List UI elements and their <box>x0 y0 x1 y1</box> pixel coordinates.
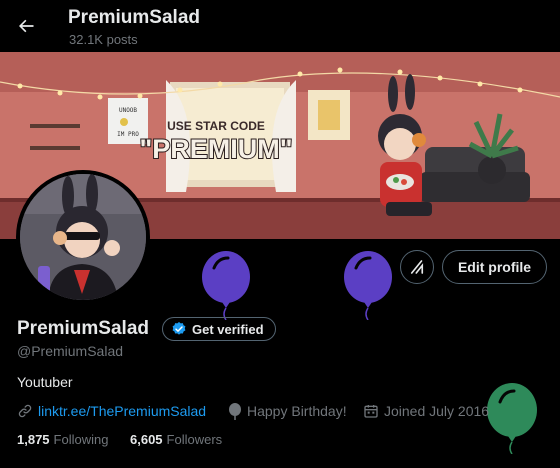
calendar-icon <box>364 405 378 418</box>
header-title: PremiumSalad <box>68 7 200 28</box>
post-count: 32.1K posts <box>69 32 138 47</box>
profile-avatar[interactable] <box>16 170 150 304</box>
get-verified-label: Get verified <box>192 321 264 337</box>
profile-birthday: Happy Birthday! <box>228 402 347 420</box>
poster-text-1: UNOOB <box>119 107 137 114</box>
profile-page: PremiumSalad 32.1K posts UNOOB IM PRO US… <box>0 0 560 468</box>
profile-joined-text: Joined July 2016 <box>384 403 490 419</box>
poster-text-2: IM PRO <box>117 131 139 138</box>
avatar-image <box>20 174 146 300</box>
grok-icon <box>410 260 424 274</box>
back-button[interactable] <box>10 10 42 42</box>
following-label: Following <box>53 432 109 447</box>
arrow-left-icon <box>19 19 34 33</box>
followers-count: 6,605 <box>130 432 163 447</box>
profile-handle: @PremiumSalad <box>17 343 124 359</box>
banner-sign-line1: USE STAR CODE <box>167 119 265 133</box>
profile-joined: Joined July 2016 <box>363 402 489 420</box>
balloon-icon <box>229 402 241 420</box>
display-name: PremiumSalad <box>17 318 149 339</box>
edit-profile-button[interactable]: Edit profile <box>442 250 547 284</box>
balloon-icon <box>344 251 392 320</box>
following-link[interactable]: 1,875 Following <box>17 432 108 447</box>
followers-link[interactable]: 6,605 Followers <box>130 432 222 447</box>
verified-badge-icon <box>172 322 186 335</box>
profile-website-link[interactable]: linktr.ee/ThePremiumSalad <box>38 403 206 419</box>
grok-button[interactable] <box>400 250 434 284</box>
balloon-icon <box>202 251 250 320</box>
banner-sign-line2: "PREMIUM" <box>139 134 292 164</box>
balloon-icon <box>487 383 537 454</box>
link-icon <box>18 404 32 418</box>
profile-header: PremiumSalad 32.1K posts <box>0 0 560 52</box>
profile-website: linktr.ee/ThePremiumSalad <box>17 402 206 420</box>
following-count: 1,875 <box>17 432 50 447</box>
profile-bio: Youtuber <box>17 374 73 390</box>
get-verified-button[interactable]: Get verified <box>162 317 276 341</box>
profile-birthday-text: Happy Birthday! <box>247 403 347 419</box>
followers-label: Followers <box>166 432 223 447</box>
